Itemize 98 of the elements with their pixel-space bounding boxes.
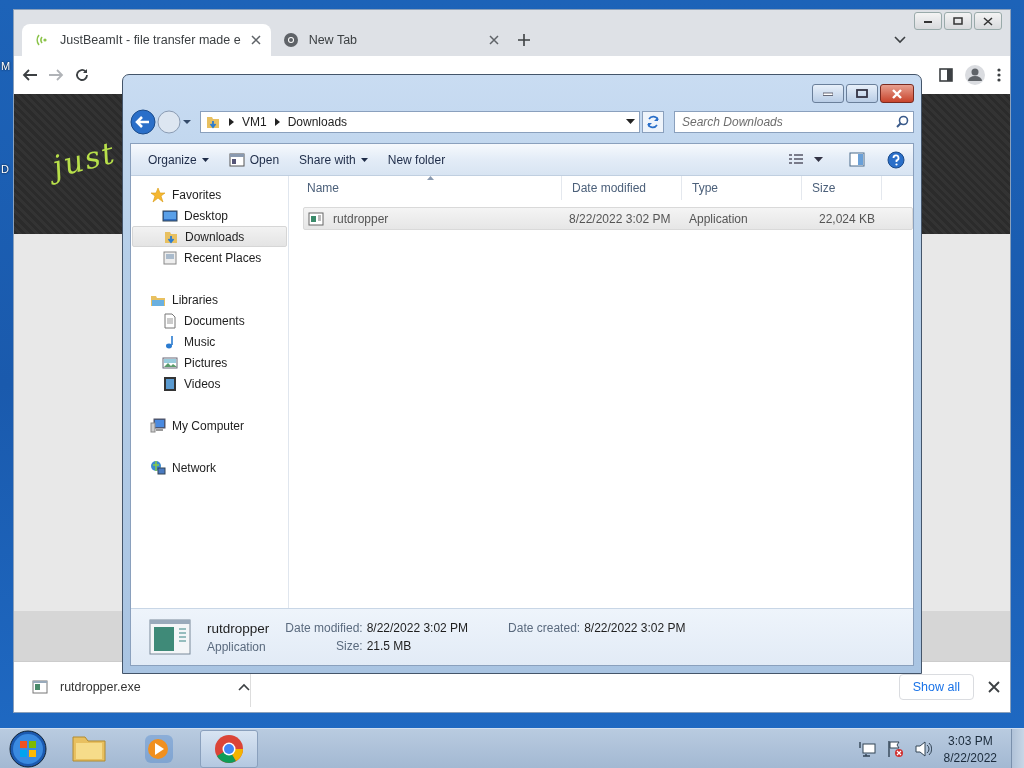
chrome-icon	[282, 32, 299, 48]
column-header[interactable]: Type	[682, 176, 802, 200]
preview-pane-icon[interactable]	[849, 152, 865, 167]
browser-tab[interactable]: JustBeamIt - file transfer made e	[22, 24, 271, 56]
new-tab-icon[interactable]	[516, 33, 531, 47]
network-icon	[150, 459, 166, 476]
nav-item[interactable]: Videos	[132, 373, 287, 394]
back-button-icon[interactable]	[130, 109, 156, 135]
toolbar-button[interactable]: Open	[219, 149, 289, 170]
dropdown-arrow-icon[interactable]	[182, 118, 192, 126]
nav-item[interactable]: Recent Places	[132, 247, 287, 268]
picture-icon	[162, 354, 178, 371]
browser-tab[interactable]: New Tab	[270, 24, 509, 56]
file-row[interactable]: rutdropper 8/22/2022 3:02 PM Application 22,024 KB	[303, 207, 913, 230]
details-value: 21.5 MB	[366, 639, 413, 653]
sort-arrow-icon	[427, 176, 434, 180]
show-all-button[interactable]: Show all	[898, 674, 974, 700]
back-icon[interactable]	[22, 67, 38, 83]
nav-item[interactable]: Desktop	[132, 205, 287, 226]
details-label: Date created:	[508, 621, 581, 635]
chevron-down-icon[interactable]	[894, 36, 906, 44]
search-icon	[896, 115, 909, 128]
taskbar-button[interactable]	[200, 730, 258, 768]
details-value: 8/22/2022 3:02 PM	[584, 621, 686, 635]
column-header[interactable]: Size	[802, 176, 882, 200]
close-button[interactable]	[880, 84, 914, 103]
dropdown-arrow-icon[interactable]	[814, 157, 823, 162]
nav-item[interactable]: My Computer	[132, 415, 287, 436]
breadcrumb-item[interactable]: Downloads	[287, 115, 348, 129]
desktop-icon	[162, 207, 178, 224]
view-options-icon[interactable]	[788, 153, 804, 166]
nav-item[interactable]: Documents	[132, 310, 287, 331]
breadcrumb-item[interactable]: VM1	[242, 115, 267, 129]
minimize-button[interactable]	[914, 12, 942, 30]
site-logo: just	[48, 134, 120, 185]
file-type: Application	[688, 211, 749, 226]
details-file-type: Application	[207, 639, 267, 654]
details-value: 8/22/2022 3:02 PM	[366, 621, 469, 635]
maximize-button[interactable]	[846, 84, 878, 103]
side-panel-icon[interactable]	[938, 67, 954, 83]
flag-icon[interactable]	[885, 740, 904, 758]
close-icon[interactable]	[988, 681, 1000, 693]
close-icon	[983, 16, 993, 26]
nav-item[interactable]: Music	[132, 331, 287, 352]
file-icon	[32, 679, 48, 695]
chevron-up-icon[interactable]	[238, 683, 250, 691]
desktop-icon-label: M	[1, 60, 11, 72]
profile-icon[interactable]	[964, 64, 986, 86]
reload-icon[interactable]	[74, 67, 90, 83]
network-icon[interactable]	[857, 741, 876, 757]
maximize-icon	[952, 16, 964, 26]
document-icon	[162, 312, 178, 329]
nav-item[interactable]: Downloads	[132, 226, 287, 247]
file-name: rutdropper	[332, 211, 389, 226]
toolbar-button[interactable]: Share with	[290, 149, 377, 170]
nav-item[interactable]: Pictures	[132, 352, 287, 373]
column-header[interactable]: Date modified	[562, 176, 682, 200]
minimize-icon	[923, 18, 933, 24]
clock-time[interactable]: 3:03 PM	[947, 733, 993, 748]
refresh-button[interactable]	[642, 111, 664, 133]
start-button-icon[interactable]	[8, 729, 48, 768]
help-icon[interactable]	[887, 150, 905, 169]
nav-item[interactable]: Favorites	[132, 184, 287, 205]
minimize-icon	[823, 91, 833, 96]
details-label: Date modified:	[285, 621, 363, 635]
clock-date[interactable]: 8/22/2022	[943, 750, 997, 765]
toolbar-button[interactable]: Organize	[139, 149, 218, 170]
maximize-button[interactable]	[944, 12, 972, 30]
recent-places-icon	[162, 249, 178, 266]
search-field[interactable]: Search Downloads	[674, 111, 914, 133]
desktop-icon-label: D	[1, 163, 9, 175]
window-icon	[228, 152, 245, 167]
computer-icon	[150, 417, 166, 434]
chevron-right-icon	[229, 118, 234, 126]
film-icon	[162, 375, 178, 392]
nav-item[interactable]: Libraries	[132, 289, 287, 310]
details-file-name: rutdropper	[207, 620, 270, 636]
close-icon	[891, 88, 903, 99]
chevron-right-icon	[274, 118, 280, 126]
application-icon	[308, 211, 324, 226]
nav-item[interactable]: Network	[132, 457, 287, 478]
application-icon	[149, 619, 191, 655]
date-modified: 8/22/2022 3:02 PM	[568, 211, 672, 226]
close-button[interactable]	[974, 12, 1002, 30]
star-icon	[150, 186, 166, 203]
details-label: Size:	[335, 639, 363, 653]
column-header[interactable]: Name	[297, 176, 562, 200]
dropdown-arrow-icon[interactable]	[626, 119, 635, 125]
speaker-icon[interactable]	[913, 741, 932, 757]
file-size: 22,024 KB	[817, 211, 876, 226]
toolbar-button[interactable]: New folder	[378, 149, 455, 170]
close-icon[interactable]	[488, 35, 499, 45]
download-file-name[interactable]: rutdropper.exe	[60, 680, 226, 694]
refresh-icon	[646, 115, 660, 129]
maximize-icon	[856, 89, 868, 98]
close-icon[interactable]	[250, 35, 261, 45]
menu-icon[interactable]	[996, 67, 1002, 83]
folder-icon	[205, 114, 221, 130]
